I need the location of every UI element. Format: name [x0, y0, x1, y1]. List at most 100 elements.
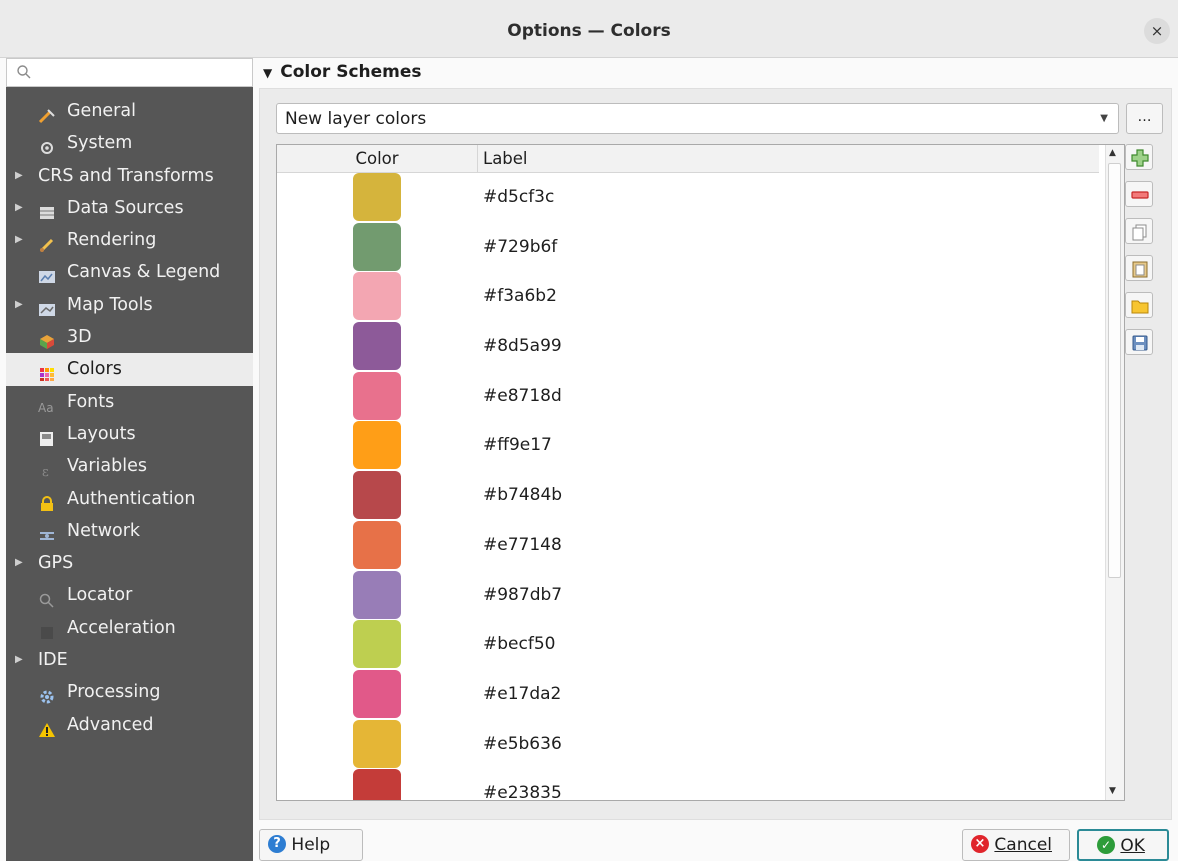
close-button[interactable]: × — [1144, 18, 1170, 44]
color-label[interactable]: #ff9e17 — [483, 420, 552, 470]
table-row[interactable]: #ff9e17 — [277, 420, 1099, 470]
color-swatch[interactable] — [353, 173, 401, 221]
cancel-button[interactable]: × Cancel — [962, 829, 1070, 861]
color-label[interactable]: #e8718d — [483, 371, 562, 421]
sidebar-item-variables[interactable]: ε Variables — [6, 450, 253, 482]
copy-colors-button[interactable] — [1125, 218, 1153, 244]
color-label[interactable]: #987db7 — [483, 570, 562, 620]
sidebar-item-label: CRS and Transforms — [38, 165, 214, 186]
color-label[interactable]: #d5cf3c — [483, 172, 554, 222]
sidebar-item-label: GPS — [38, 553, 74, 574]
color-swatch[interactable] — [353, 371, 401, 420]
layouts-icon — [38, 426, 56, 446]
color-label[interactable]: #b7484b — [483, 470, 562, 520]
table-header: Color Label — [277, 145, 1099, 173]
sidebar-item-crs-and-transforms[interactable]: ▶ CRS and Transforms — [6, 160, 253, 192]
column-header-label[interactable]: Label — [483, 145, 528, 172]
sidebar-item-label: System — [67, 133, 133, 154]
table-row[interactable]: #e17da2 — [277, 669, 1099, 719]
sidebar-item-rendering[interactable]: ▶ Rendering — [6, 224, 253, 256]
expand-arrow-icon[interactable]: ▶ — [15, 192, 23, 224]
color-swatch[interactable] — [353, 769, 401, 800]
color-label[interactable]: #e77148 — [483, 520, 562, 570]
expand-arrow-icon[interactable]: ▶ — [15, 224, 23, 256]
help-button[interactable]: ? Help — [259, 829, 363, 861]
sidebar-item-3d[interactable]: 3D — [6, 321, 253, 353]
color-label[interactable]: #e23835 — [483, 768, 562, 800]
color-swatch[interactable] — [353, 570, 401, 619]
color-swatch[interactable] — [353, 222, 401, 271]
color-swatch[interactable] — [353, 669, 401, 718]
scrollbar-thumb[interactable] — [1108, 163, 1121, 578]
expand-arrow-icon[interactable]: ▶ — [15, 289, 23, 321]
color-swatch[interactable] — [353, 520, 401, 569]
table-row[interactable]: #d5cf3c — [277, 172, 1099, 222]
color-swatch[interactable] — [353, 719, 401, 768]
color-swatch[interactable] — [353, 471, 401, 520]
column-header-color[interactable]: Color — [277, 145, 478, 172]
table-row[interactable]: #e8718d — [277, 371, 1099, 421]
search-input[interactable] — [6, 58, 253, 87]
expand-arrow-icon[interactable]: ▶ — [15, 644, 23, 676]
sidebar-item-advanced[interactable]: Advanced — [6, 709, 253, 741]
sidebar-item-ide[interactable]: ▶ IDE — [6, 644, 253, 676]
color-label[interactable]: #f3a6b2 — [483, 271, 557, 321]
sidebar-item-gps[interactable]: ▶ GPS — [6, 547, 253, 579]
vertical-scrollbar[interactable]: ▲ ▼ — [1105, 145, 1124, 800]
color-label[interactable]: #becf50 — [483, 619, 555, 669]
scroll-up-icon[interactable]: ▲ — [1109, 148, 1116, 158]
table-row[interactable]: #becf50 — [277, 619, 1099, 669]
scheme-menu-button[interactable]: … — [1126, 103, 1163, 134]
svg-text:ε: ε — [42, 465, 49, 479]
sidebar-item-layouts[interactable]: Layouts — [6, 418, 253, 450]
table-row[interactable]: #8d5a99 — [277, 321, 1099, 371]
color-swatch[interactable] — [353, 272, 401, 321]
sidebar-item-acceleration[interactable]: Acceleration — [6, 612, 253, 644]
help-icon: ? — [268, 834, 286, 853]
table-row[interactable]: #b7484b — [277, 470, 1099, 520]
import-colors-icon — [1131, 300, 1149, 314]
sidebar-item-label: Rendering — [67, 230, 157, 251]
table-row[interactable]: #e5b636 — [277, 719, 1099, 769]
remove-color-icon — [1131, 191, 1149, 199]
export-colors-button[interactable] — [1125, 329, 1153, 355]
color-swatch[interactable] — [353, 620, 401, 669]
table-row[interactable]: #987db7 — [277, 570, 1099, 620]
scheme-select[interactable]: New layer colors ▼ — [276, 103, 1119, 134]
import-colors-button[interactable] — [1125, 292, 1153, 318]
color-label[interactable]: #729b6f — [483, 222, 557, 272]
color-swatch[interactable] — [353, 322, 401, 371]
color-schemes-header[interactable]: ▼ Color Schemes — [263, 62, 422, 82]
sidebar-item-label: Map Tools — [67, 294, 153, 315]
sidebar-item-locator[interactable]: Locator — [6, 579, 253, 611]
table-row[interactable]: #e23835 — [277, 768, 1099, 800]
table-row[interactable]: #729b6f — [277, 222, 1099, 272]
expand-arrow-icon[interactable]: ▶ — [15, 160, 23, 192]
sidebar-item-processing[interactable]: Processing — [6, 676, 253, 708]
remove-color-button[interactable] — [1125, 181, 1153, 207]
sidebar-item-system[interactable]: System — [6, 127, 253, 159]
sidebar-item-network[interactable]: Network — [6, 515, 253, 547]
sidebar-item-authentication[interactable]: Authentication — [6, 483, 253, 515]
table-row[interactable]: #e77148 — [277, 520, 1099, 570]
sidebar-item-label: Canvas & Legend — [67, 262, 221, 283]
sidebar-item-data-sources[interactable]: ▶ Data Sources — [6, 192, 253, 224]
sidebar-item-fonts[interactable]: Aa Fonts — [6, 386, 253, 418]
add-color-icon — [1131, 149, 1149, 167]
expand-arrow-icon[interactable]: ▶ — [15, 547, 23, 579]
color-label[interactable]: #e17da2 — [483, 669, 561, 719]
paste-colors-button[interactable] — [1125, 255, 1153, 281]
search-icon — [38, 587, 56, 608]
sidebar-item-general[interactable]: General — [6, 95, 253, 127]
sidebar-item-canvas-legend[interactable]: Canvas & Legend — [6, 256, 253, 288]
color-swatch[interactable] — [353, 421, 401, 470]
sidebar-item-colors[interactable]: Colors — [6, 353, 253, 386]
color-label[interactable]: #8d5a99 — [483, 321, 562, 371]
scroll-down-icon[interactable]: ▼ — [1109, 786, 1116, 796]
add-color-button[interactable] — [1125, 144, 1153, 170]
sidebar-item-label: Variables — [67, 456, 147, 477]
ok-button[interactable]: ✓ OK — [1077, 829, 1169, 861]
sidebar-item-map-tools[interactable]: ▶ Map Tools — [6, 289, 253, 321]
color-label[interactable]: #e5b636 — [483, 719, 562, 769]
table-row[interactable]: #f3a6b2 — [277, 271, 1099, 321]
